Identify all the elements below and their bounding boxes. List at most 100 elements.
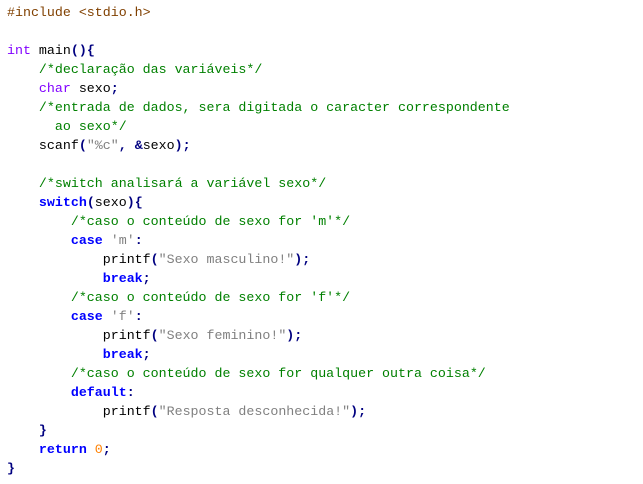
code-line: /*declaração das variáveis*/ [7, 60, 510, 79]
code-token-default: printf [7, 404, 151, 419]
code-editor[interactable]: #include <stdio.h> int main(){ /*declara… [0, 0, 643, 484]
code-line: ao sexo*/ [7, 117, 510, 136]
code-token-default [87, 442, 95, 457]
code-line: /*entrada de dados, sera digitada o cara… [7, 98, 510, 117]
code-token-operator: ; [110, 81, 119, 96]
code-token-keyword: switch [38, 195, 87, 210]
code-token-default: sexo [142, 138, 175, 153]
code-token-operator: ); [286, 328, 303, 343]
code-token-keyword: break [102, 347, 143, 362]
code-line: scanf("%c", &sexo); [7, 136, 510, 155]
code-token-default [7, 290, 71, 305]
code-token-keyword: break [102, 271, 143, 286]
code-token-default [7, 62, 39, 77]
code-token-string: "%c" [86, 138, 119, 153]
code-line: printf("Sexo feminino!"); [7, 326, 510, 345]
code-token-preprocessor: #include <stdio.h> [7, 5, 151, 20]
code-token-default [7, 347, 103, 362]
code-line: case 'f': [7, 307, 510, 326]
code-token-comment: /*switch analisará a variável sexo*/ [38, 176, 327, 191]
code-token-type: int [7, 43, 31, 58]
code-line: default: [7, 383, 510, 402]
code-token-operator: ; [142, 271, 151, 286]
code-token-operator: ( [150, 404, 159, 419]
code-token-comment: /*declaração das variáveis*/ [38, 62, 263, 77]
code-token-operator: ); [174, 138, 191, 153]
code-line: int main(){ [7, 41, 510, 60]
code-token-default: printf [7, 328, 151, 343]
code-token-default [7, 385, 71, 400]
code-token-comment: /*caso o conteúdo de sexo for qualquer o… [70, 366, 486, 381]
code-token-default [7, 423, 39, 438]
code-token-default: printf [7, 252, 151, 267]
code-token-comment: /*caso o conteúdo de sexo for 'm'*/ [70, 214, 351, 229]
code-token-operator: ; [142, 347, 151, 362]
code-token-comment: /*entrada de dados, sera digitada o cara… [38, 100, 510, 115]
code-token-string: 'f' [110, 309, 135, 324]
code-line: char sexo; [7, 79, 510, 98]
code-token-operator: (){ [70, 43, 95, 58]
code-token-operator: : [126, 385, 135, 400]
code-token-default [7, 366, 71, 381]
code-line: } [7, 421, 510, 440]
code-line: printf("Resposta desconhecida!"); [7, 402, 510, 421]
code-token-operator: ); [350, 404, 367, 419]
code-token-default [7, 100, 39, 115]
code-line: /*caso o conteúdo de sexo for 'm'*/ [7, 212, 510, 231]
code-token-keyword: case [70, 309, 103, 324]
code-token-number: 0 [94, 442, 103, 457]
code-token-default [103, 233, 111, 248]
code-token-operator: , [118, 138, 127, 153]
code-token-keyword: return [38, 442, 87, 457]
code-token-default [7, 176, 39, 191]
code-token-operator: ; [102, 442, 111, 457]
code-token-operator: ( [86, 195, 95, 210]
code-token-operator: ){ [126, 195, 143, 210]
code-token-default: sexo [70, 81, 111, 96]
code-line: return 0; [7, 440, 510, 459]
code-token-default [7, 309, 71, 324]
code-line: break; [7, 345, 510, 364]
code-listing: #include <stdio.h> int main(){ /*declara… [7, 3, 510, 478]
code-token-default [7, 233, 71, 248]
code-token-default [7, 195, 39, 210]
code-token-operator: ( [78, 138, 87, 153]
code-line: switch(sexo){ [7, 193, 510, 212]
code-token-type: char [38, 81, 71, 96]
code-token-default [127, 138, 135, 153]
code-token-string: "Resposta desconhecida!" [158, 404, 351, 419]
code-token-keyword: default [70, 385, 127, 400]
code-token-comment: ao sexo*/ [7, 119, 127, 134]
code-line: /*caso o conteúdo de sexo for 'f'*/ [7, 288, 510, 307]
code-token-operator: ( [150, 252, 159, 267]
code-token-default [7, 81, 39, 96]
code-line: break; [7, 269, 510, 288]
code-token-string: "Sexo feminino!" [158, 328, 287, 343]
code-token-default: main [30, 43, 71, 58]
code-line: /*switch analisará a variável sexo*/ [7, 174, 510, 193]
code-token-default [7, 442, 39, 457]
code-token-operator: } [38, 423, 47, 438]
code-token-string: "Sexo masculino!" [158, 252, 295, 267]
code-line: printf("Sexo masculino!"); [7, 250, 510, 269]
code-line: /*caso o conteúdo de sexo for qualquer o… [7, 364, 510, 383]
code-token-default: scanf [7, 138, 79, 153]
code-token-operator: & [134, 138, 143, 153]
code-token-default [7, 271, 103, 286]
code-token-operator: : [134, 309, 143, 324]
code-line: #include <stdio.h> [7, 3, 510, 22]
code-token-string: 'm' [110, 233, 135, 248]
code-token-default [7, 214, 71, 229]
code-token-operator: ); [294, 252, 311, 267]
code-line: case 'm': [7, 231, 510, 250]
code-token-keyword: case [70, 233, 103, 248]
code-token-operator: : [134, 233, 143, 248]
code-line: } [7, 459, 510, 478]
code-token-operator: ( [150, 328, 159, 343]
code-token-default: sexo [94, 195, 127, 210]
code-token-comment: /*caso o conteúdo de sexo for 'f'*/ [70, 290, 351, 305]
code-token-operator: } [7, 461, 15, 476]
code-token-default [103, 309, 111, 324]
